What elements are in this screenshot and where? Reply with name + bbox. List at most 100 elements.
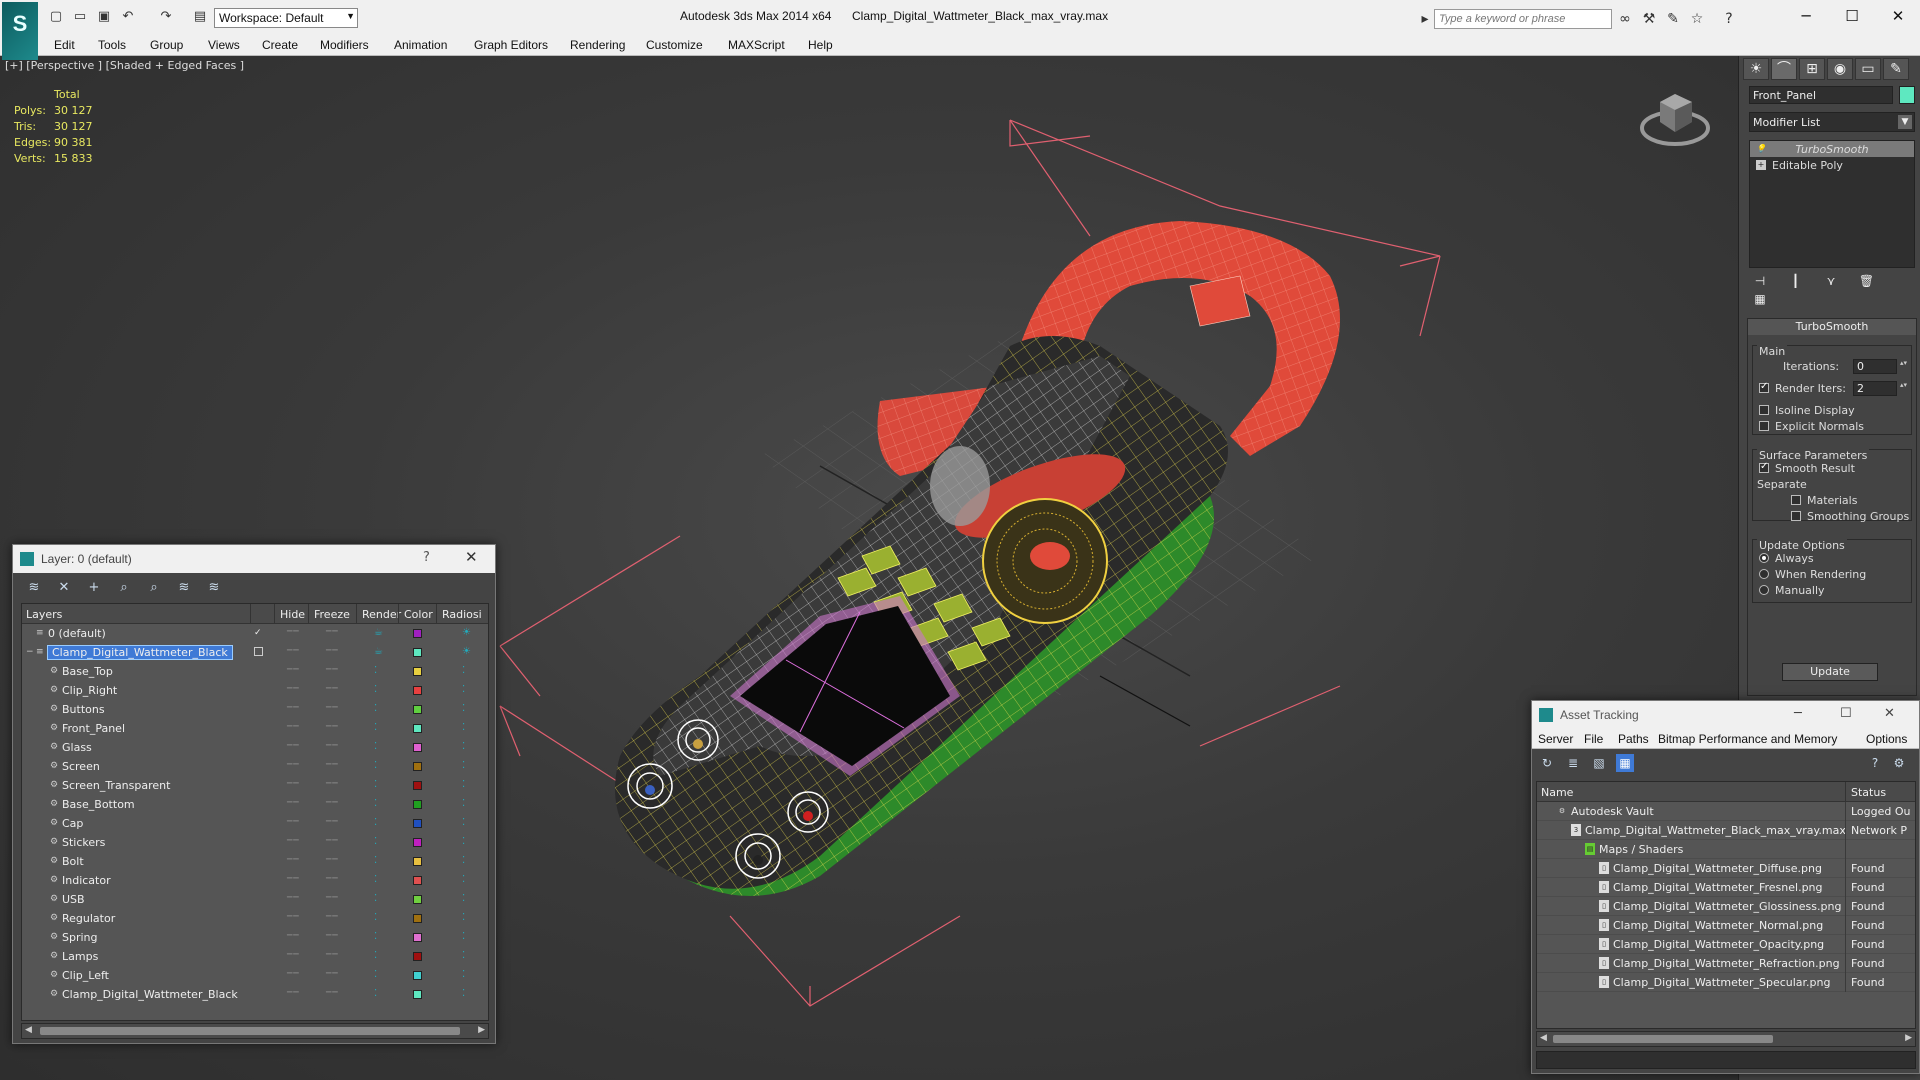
close-button[interactable]: ✕	[1878, 4, 1918, 28]
render-teapot-icon[interactable]: ⁚	[374, 874, 377, 885]
undo-icon[interactable]: ↶	[120, 9, 136, 25]
freeze-toggle[interactable]: ─ ─	[326, 760, 338, 770]
render-teapot-icon[interactable]: ⁚	[374, 855, 377, 866]
column-render[interactable]: Render	[362, 608, 401, 621]
freeze-toggle[interactable]: ─ ─	[326, 874, 338, 884]
render-teapot-icon[interactable]: ⁚	[374, 703, 377, 714]
minimize-button[interactable]: ─	[1794, 706, 1802, 721]
hide-toggle[interactable]: ─ ─	[287, 684, 299, 694]
create-tab-sun-icon[interactable]: ☀	[1743, 58, 1769, 80]
freeze-toggle[interactable]: ─ ─	[326, 665, 338, 675]
freeze-toggle[interactable]: ─ ─	[326, 627, 338, 637]
render-teapot-icon[interactable]: ⁚	[374, 969, 377, 980]
menu-rendering[interactable]: Rendering	[570, 38, 625, 52]
freeze-toggle[interactable]: ─ ─	[326, 931, 338, 941]
list-view-icon[interactable]: ≣	[1564, 754, 1582, 772]
column-status[interactable]: Status	[1851, 786, 1886, 799]
minimize-button[interactable]: ─	[1786, 4, 1826, 28]
scroll-right-icon[interactable]: ▶	[1905, 1033, 1912, 1043]
layer-color-swatch[interactable]	[413, 629, 422, 638]
expand-icon[interactable]	[26, 628, 36, 638]
table-view-icon[interactable]: ▦	[1616, 754, 1634, 772]
modifier-list-dropdown[interactable]: Modifier List ▼	[1749, 112, 1915, 132]
modify-tab-curve-icon[interactable]: ⌒	[1771, 58, 1797, 80]
thumbnail-view-icon[interactable]: ▧	[1590, 754, 1608, 772]
render-teapot-icon[interactable]: ☕	[374, 646, 383, 657]
scroll-left-icon[interactable]: ◀	[1540, 1033, 1547, 1043]
column-layers[interactable]: Layers	[26, 608, 62, 621]
layer-color-swatch[interactable]	[413, 895, 422, 904]
layer-name[interactable]: 0 (default)	[48, 627, 106, 640]
radiosity-icon[interactable]: ⁚	[462, 969, 465, 980]
close-button[interactable]: ✕	[1884, 706, 1895, 721]
radiosity-icon[interactable]: ⁚	[462, 703, 465, 714]
layer-row[interactable]: ⚙ Stickers ─ ─ ─ ─ ⁚ ⁚	[22, 833, 488, 852]
render-teapot-icon[interactable]: ⁚	[374, 741, 377, 752]
layer-color-swatch[interactable]	[413, 990, 422, 999]
layer-name[interactable]: Bolt	[62, 855, 84, 868]
freeze-toggle[interactable]: ─ ─	[326, 912, 338, 922]
menu-help[interactable]: Help	[808, 38, 833, 52]
create-layer-plus-icon[interactable]: +	[85, 579, 103, 597]
scroll-left-icon[interactable]: ◀	[25, 1025, 32, 1035]
render-teapot-icon[interactable]: ⁚	[374, 836, 377, 847]
asset-row[interactable]: ▯ Clamp_Digital_Wattmeter_Diffuse.png Foun…	[1537, 859, 1915, 878]
layer-window-titlebar[interactable]: Layer: 0 (default) ? ✕	[13, 545, 495, 573]
pin-stack-icon[interactable]: ⊣	[1749, 274, 1771, 292]
layer-name[interactable]: Regulator	[62, 912, 115, 925]
maximize-button[interactable]: ☐	[1840, 706, 1852, 721]
hide-toggle[interactable]: ─ ─	[287, 988, 299, 998]
hide-toggle[interactable]: ─ ─	[287, 665, 299, 675]
layer-color-swatch[interactable]	[413, 743, 422, 752]
highlight-layer-icon[interactable]: ⌕	[145, 579, 163, 597]
freeze-toggle[interactable]: ─ ─	[326, 741, 338, 751]
layer-name[interactable]: Indicator	[62, 874, 111, 887]
asset-menu-bitmap-performance[interactable]: Bitmap Performance and Memory	[1658, 732, 1837, 746]
viewport-label[interactable]: [+] [Perspective ] [Shaded + Edged Faces…	[5, 59, 244, 72]
delete-layer-icon[interactable]: ✕	[55, 579, 73, 597]
freeze-toggle[interactable]: ─ ─	[326, 988, 338, 998]
update-button[interactable]: Update	[1782, 663, 1878, 681]
hide-toggle[interactable]: ─ ─	[287, 646, 299, 656]
asset-row[interactable]: ▯ Clamp_Digital_Wattmeter_Glossiness.png F…	[1537, 897, 1915, 916]
layer-row[interactable]: ⚙ Spring ─ ─ ─ ─ ⁚ ⁚	[22, 928, 488, 947]
hide-toggle[interactable]: ─ ─	[287, 855, 299, 865]
layer-name[interactable]: Buttons	[62, 703, 105, 716]
favorites-star-icon[interactable]: ☆	[1688, 10, 1706, 28]
render-teapot-icon[interactable]: ⁚	[374, 684, 377, 695]
render-teapot-icon[interactable]: ⁚	[374, 722, 377, 733]
asset-menu-options[interactable]: Options	[1866, 732, 1907, 746]
radiosity-icon[interactable]: ☀	[462, 627, 471, 638]
layer-color-swatch[interactable]	[413, 971, 422, 980]
render-teapot-icon[interactable]: ⁚	[374, 798, 377, 809]
layer-name[interactable]: Lamps	[62, 950, 98, 963]
radiosity-icon[interactable]: ⁚	[462, 779, 465, 790]
layer-row[interactable]: ⚙ Buttons ─ ─ ─ ─ ⁚ ⁚	[22, 700, 488, 719]
column-color[interactable]: Color	[404, 608, 433, 621]
hide-toggle[interactable]: ─ ─	[287, 836, 299, 846]
settings-icon[interactable]: ⚙	[1890, 754, 1908, 772]
layer-row[interactable]: − ≡ Clamp_Digital_Wattmeter_Black ─ ─ ─ ─ ☕ ☀	[22, 643, 488, 662]
layer-row[interactable]: ⚙ Screen_Transparent ─ ─ ─ ─ ⁚ ⁚	[22, 776, 488, 795]
hide-toggle[interactable]: ─ ─	[287, 722, 299, 732]
hide-toggle[interactable]: ─ ─	[287, 817, 299, 827]
freeze-toggle[interactable]: ─ ─	[326, 703, 338, 713]
menu-modifiers[interactable]: Modifiers	[320, 38, 369, 52]
layer-row[interactable]: ⚙ Clip_Left ─ ─ ─ ─ ⁚ ⁚	[22, 966, 488, 985]
radiosity-icon[interactable]: ⁚	[462, 950, 465, 961]
asset-window-titlebar[interactable]: Asset Tracking ─ ☐ ✕	[1532, 701, 1919, 729]
expand-plus-icon[interactable]: +	[1756, 160, 1766, 170]
column-name[interactable]: Name	[1541, 786, 1573, 799]
layer-color-swatch[interactable]	[413, 800, 422, 809]
isoline-checkbox[interactable]	[1759, 405, 1769, 415]
layer-name[interactable]: Glass	[62, 741, 92, 754]
stack-item-editable-poly[interactable]: + Editable Poly	[1750, 157, 1914, 173]
layer-name[interactable]: Front_Panel	[62, 722, 125, 735]
binoculars-icon[interactable]: ∞	[1616, 10, 1634, 28]
layer-row[interactable]: ⚙ Base_Bottom ─ ─ ─ ─ ⁚ ⁚	[22, 795, 488, 814]
radiosity-icon[interactable]: ⁚	[462, 874, 465, 885]
hide-toggle[interactable]: ─ ─	[287, 779, 299, 789]
hide-toggle[interactable]: ─ ─	[287, 703, 299, 713]
layer-row[interactable]: ⚙ Screen ─ ─ ─ ─ ⁚ ⁚	[22, 757, 488, 776]
layer-color-swatch[interactable]	[413, 762, 422, 771]
